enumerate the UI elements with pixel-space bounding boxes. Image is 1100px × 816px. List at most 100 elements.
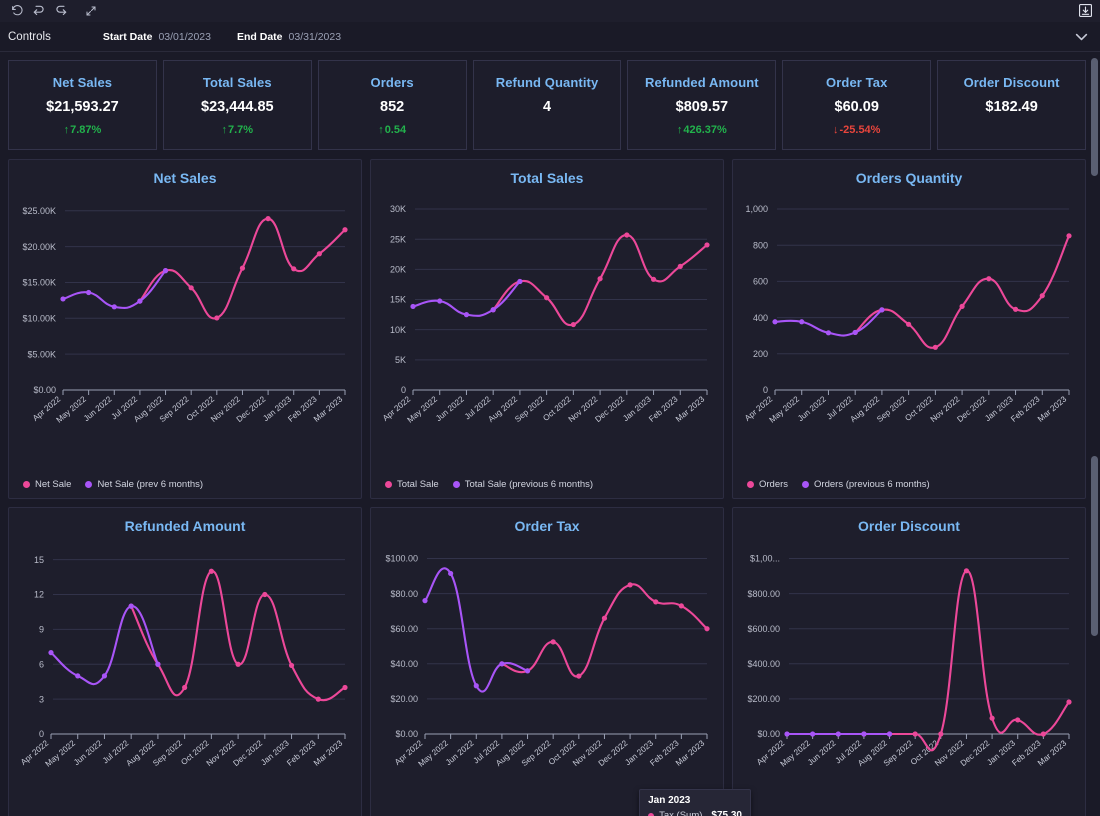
panel-total-sales: Total Sales 05K10K15K20K25K30KApr 2022May… [370, 159, 724, 499]
legend-label: Net Sale [35, 479, 71, 490]
panel-orders-quantity: Orders Quantity02004006008001,000Apr 202… [732, 159, 1086, 499]
chart-line [425, 568, 528, 691]
svg-text:Mar 2023: Mar 2023 [312, 738, 345, 767]
reset-icon[interactable] [6, 1, 28, 21]
chart-plot[interactable]: 05K10K15K20K25K30KApr 2022May 2022Jun 20… [379, 190, 715, 466]
chart-point [60, 296, 65, 301]
chart-plot[interactable]: $0.00$5.00K$10.00K$15.00K$20.00K$25.00KA… [17, 190, 353, 466]
legend-item[interactable]: Net Sale (prev 6 months) [85, 479, 203, 490]
kpi-delta-arrow: ↓ [833, 124, 839, 136]
chart-point [602, 616, 607, 621]
vertical-scrollbar[interactable] [1090, 52, 1098, 816]
legend-dot-icon [23, 481, 30, 488]
svg-text:Jun 2022: Jun 2022 [444, 738, 476, 767]
chart-line [131, 571, 345, 700]
chart-line [51, 606, 158, 684]
legend-item[interactable]: Orders (previous 6 months) [802, 479, 930, 490]
svg-text:Dec 2022: Dec 2022 [593, 394, 626, 424]
svg-text:400: 400 [753, 313, 768, 323]
chart-point [410, 304, 415, 309]
chart-title: Orders Quantity [741, 170, 1077, 186]
svg-text:May 2022: May 2022 [44, 738, 78, 768]
kpi-card: Refund Quantity4 [473, 60, 622, 150]
chevron-down-icon[interactable] [1075, 32, 1088, 41]
svg-text:$40.00: $40.00 [390, 659, 418, 669]
svg-text:20K: 20K [390, 265, 406, 275]
svg-text:0: 0 [763, 385, 768, 395]
expand-icon[interactable] [80, 1, 102, 21]
kpi-title: Order Discount [964, 75, 1060, 90]
undo-icon[interactable] [28, 1, 50, 21]
chart-point [499, 661, 504, 666]
legend-item[interactable]: Net Sale [23, 479, 71, 490]
svg-text:15: 15 [34, 555, 44, 565]
chart-point [959, 304, 964, 309]
start-date-control[interactable]: Start Date 03/01/2023 [103, 31, 211, 43]
kpi-title: Net Sales [53, 75, 112, 90]
kpi-delta: ↑7.87% [64, 124, 102, 136]
legend-label: Orders (previous 6 months) [814, 479, 930, 490]
kpi-delta: ↓-25.54% [833, 124, 880, 136]
chart-point [437, 298, 442, 303]
svg-text:1,000: 1,000 [745, 204, 768, 214]
end-date-control[interactable]: End Date 03/31/2023 [237, 31, 341, 43]
redo-icon[interactable] [50, 1, 72, 21]
svg-text:$60.00: $60.00 [390, 624, 418, 634]
chart-point [799, 319, 804, 324]
legend-dot-icon [85, 481, 92, 488]
chart-point [964, 568, 969, 573]
svg-text:$0.00: $0.00 [757, 729, 780, 739]
chart-plot[interactable]: $0.00$200.00$400.00$600.00$800.00$1,00..… [741, 538, 1077, 810]
chart-point [913, 731, 918, 736]
kpi-value: $21,593.27 [46, 99, 119, 115]
chart-point [1066, 699, 1071, 704]
scrollbar-thumb-top[interactable] [1091, 58, 1098, 176]
chart-title: Order Tax [379, 518, 715, 534]
start-date-value[interactable]: 03/01/2023 [158, 31, 211, 43]
svg-text:Dec 2022: Dec 2022 [955, 394, 988, 424]
download-icon[interactable] [1077, 2, 1094, 19]
svg-text:$1,00...: $1,00... [750, 554, 780, 564]
chart-point [544, 295, 549, 300]
svg-text:$200.00: $200.00 [747, 694, 780, 704]
dashboard-scroll-area[interactable]: Net Sales$21,593.27↑7.87%Total Sales$23,… [0, 52, 1100, 816]
legend-item[interactable]: Total Sale (previous 6 months) [453, 479, 593, 490]
legend-item[interactable]: Orders [747, 479, 788, 490]
svg-text:0: 0 [401, 385, 406, 395]
svg-text:Jun 2022: Jun 2022 [806, 738, 838, 767]
chart-title: Total Sales [379, 170, 715, 186]
svg-text:Mar 2023: Mar 2023 [674, 738, 707, 767]
kpi-title: Orders [371, 75, 414, 90]
chart-point [342, 685, 347, 690]
kpi-value: $182.49 [985, 99, 1037, 115]
chart-point [291, 266, 296, 271]
chart-point [933, 345, 938, 350]
svg-text:$5.00K: $5.00K [27, 349, 56, 359]
panel-refunded-amount: Refunded Amount03691215Apr 2022May 2022J… [8, 507, 362, 816]
legend-item[interactable]: Total Sale [385, 479, 439, 490]
chart-point [112, 304, 117, 309]
legend-dot-icon [385, 481, 392, 488]
chart-row-1: Net Sales$0.00$5.00K$10.00K$15.00K$20.00… [8, 159, 1086, 499]
kpi-card: Order Discount $182.49 [937, 60, 1086, 150]
svg-text:$600.00: $600.00 [747, 624, 780, 634]
legend-dot-icon [802, 481, 809, 488]
chart-plot[interactable]: $0.00$20.00$40.00$60.00$80.00$100.00Apr … [379, 538, 715, 810]
scrollbar-thumb[interactable] [1091, 456, 1098, 636]
chart-point [102, 673, 107, 678]
chart-point [887, 731, 892, 736]
chart-point [597, 276, 602, 281]
chart-plot[interactable]: 03691215Apr 2022May 2022Jun 2022Jul 2022… [17, 538, 353, 810]
chart-point [137, 298, 142, 303]
panel-order-discount: Order Discount$0.00$200.00$400.00$600.00… [732, 507, 1086, 816]
chart-plot[interactable]: 02004006008001,000Apr 2022May 2022Jun 20… [741, 190, 1077, 466]
svg-text:Jun 2022: Jun 2022 [82, 394, 114, 423]
kpi-delta-arrow: ↑ [222, 124, 228, 136]
kpi-card: Net Sales $21,593.27 ↑7.87% [8, 60, 157, 150]
chart-point [86, 290, 91, 295]
chart-point [1015, 717, 1020, 722]
svg-text:3: 3 [39, 694, 44, 704]
svg-text:$100.00: $100.00 [385, 554, 418, 564]
end-date-value[interactable]: 03/31/2023 [289, 31, 342, 43]
chart-point [836, 731, 841, 736]
